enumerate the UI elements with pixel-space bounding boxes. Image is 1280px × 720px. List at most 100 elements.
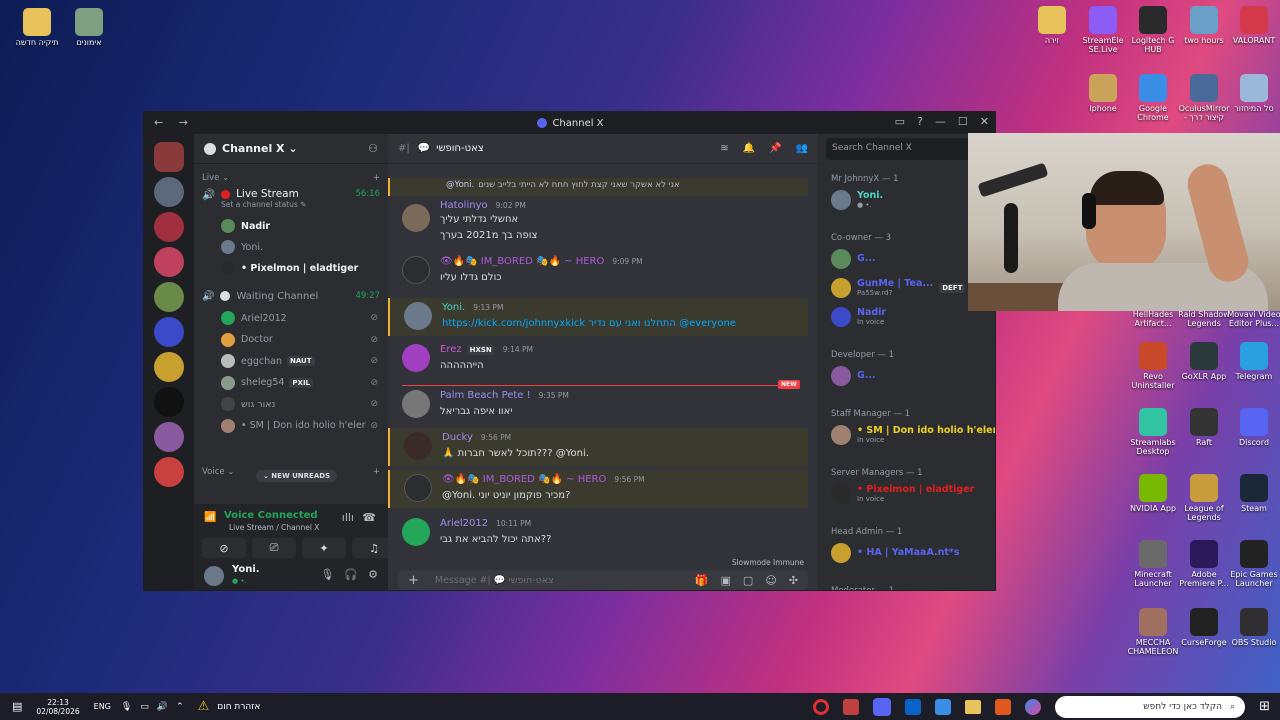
desktop-icon[interactable]: two hours [1177,6,1231,46]
server-icon[interactable] [154,142,184,172]
desktop-icon[interactable]: Revo Uninstaller [1126,342,1180,391]
avatar[interactable] [402,518,430,546]
mic-icon[interactable]: 🎙 [320,568,334,581]
message-author[interactable]: Yoni. [442,302,465,313]
desktop-icon[interactable]: Epic Games Launcher [1227,540,1280,589]
avatar[interactable] [404,302,432,330]
desktop-icon[interactable]: GoXLR App [1177,342,1231,382]
taskbar-search[interactable]: הקלד כאן כדי לחפש ⌕ [1055,695,1246,718]
file-explorer-icon[interactable] [965,699,982,714]
chat-message[interactable]: @Yoni. אני לא אשקר שאני קצת לחוץ חחח לא ה… [388,178,808,196]
message-author[interactable]: Ducky [442,432,473,443]
desktop-icon[interactable]: OculusMirror - קיצור דרך [1177,74,1231,123]
desktop-icon[interactable]: סל המיחזור [1227,74,1280,114]
server-icon[interactable] [154,387,184,417]
server-icon[interactable] [154,457,184,487]
chat-message[interactable]: 👁🔥🎭 IM_BORED 🎭🔥 ~ HERO 9:56 PM @Yoni. מכיר… [388,470,808,508]
copilot-icon[interactable] [1025,698,1042,715]
desktop-icon[interactable]: Iphone [1076,74,1130,114]
desktop-icon[interactable]: NVIDIA App [1126,474,1180,514]
username[interactable]: Yoni. [232,564,260,575]
chevron-up-icon[interactable]: ⌃ [176,702,184,712]
settings-gear-icon[interactable]: ⚙ [368,568,378,581]
message-author[interactable]: Erez [440,344,462,355]
server-icon[interactable] [154,352,184,382]
language-indicator[interactable]: ENG [94,702,111,711]
disconnect-icon[interactable]: ☎ [362,511,376,524]
reply-preview[interactable]: @Yoni. אני לא אשקר שאני קצת לחוץ חחח לא ה… [446,180,680,190]
desktop-icon[interactable]: Logitech G HUB [1126,6,1180,55]
server-icon[interactable] [154,177,184,207]
desktop-icon[interactable]: Streamlabs Desktop [1126,408,1180,457]
screen-share-button[interactable]: ⎚ [252,538,296,558]
member-item[interactable]: G... [831,366,876,386]
add-member-icon[interactable]: ⚇ [368,142,378,155]
camera-off-button[interactable]: ⊘ [202,538,246,558]
add-channel-icon[interactable]: + [373,173,380,183]
desktop-icon[interactable]: League of Legends [1177,474,1231,523]
voice-member[interactable]: Yoni. [194,237,388,257]
desktop-icon[interactable]: Minecraft Launcher [1126,540,1180,589]
apps-icon[interactable]: ✣ [789,574,798,587]
voice-connected-title[interactable]: Voice Connected [224,510,318,521]
headphones-icon[interactable]: 🎧 [344,568,358,581]
voice-member[interactable]: • Pixelmon | eladtiger [194,258,388,278]
message-author[interactable]: Hatolinyo [440,200,488,211]
weather-label[interactable]: אזהרת חום [217,702,260,712]
voice-member[interactable]: sheleg54 PXIL ⊘ [194,373,388,393]
help-icon[interactable]: ? [917,115,923,128]
channel-status[interactable]: Set a channel status ✎ [194,198,388,210]
gif-icon[interactable]: ▣ [721,574,731,587]
search-input[interactable]: Search Channel X [832,143,912,153]
member-item[interactable]: Nadir In voice [831,307,886,327]
clock[interactable]: 22:13 02/08/2026 [36,698,79,716]
avatar[interactable] [402,204,430,232]
voice-member[interactable]: נאור גוש ⊘ [194,394,388,414]
message-author[interactable]: Ariel2012 [440,518,488,529]
voice-member[interactable]: • SM | Don ido holio h'eler ⊘ [194,416,388,436]
member-item[interactable]: • HA | YaMaaA.nt*s [831,543,960,563]
close-button[interactable]: ✕ [980,115,989,128]
desktop-icon[interactable]: Telegram [1227,342,1280,382]
noise-suppression-icon[interactable]: ıllı [342,511,354,524]
desktop-icon[interactable]: Adobe Premiere P... [1177,540,1231,589]
notification-icon[interactable]: ▤ [12,700,22,713]
server-icon[interactable] [154,212,184,242]
voice-member[interactable]: Ariel2012 ⊘ [194,308,388,328]
desktop-icon[interactable]: Steam [1227,474,1280,514]
emoji-icon[interactable]: ☺ [765,574,776,587]
server-icon[interactable] [154,282,184,312]
voice-channel-waiting[interactable]: 🔊 Waiting Channel 49:27 [194,286,388,306]
maximize-button[interactable]: ☐ [958,115,968,128]
desktop-icon[interactable]: StreamEle SE.Live [1076,6,1130,55]
voice-member[interactable]: Doctor ⊘ [194,330,388,350]
gift-icon[interactable]: 🎁 [695,574,709,587]
chat-message[interactable]: Hatolinyo 9:02 PM אחשלי גדלתי עליך צופה בך … [388,198,808,250]
store-icon[interactable] [935,698,952,715]
inbox-icon[interactable]: ▭ [895,115,905,128]
desktop-icon[interactable]: MECCHA CHAMELEON [1126,608,1180,657]
desktop-icon[interactable]: Discord [1227,408,1280,448]
voice-member[interactable]: Nadir [194,216,388,236]
add-channel-icon[interactable]: + [373,467,380,477]
members-toggle-icon[interactable]: 👥 [796,143,808,154]
nav-arrows[interactable]: ← → [154,116,194,129]
member-item[interactable]: • Pixelmon | eladtiger In voice [831,484,974,504]
outlook-icon[interactable] [905,698,922,715]
threads-icon[interactable]: ≋ [720,143,728,154]
minimize-button[interactable]: — [935,115,946,128]
server-icon[interactable] [154,247,184,277]
voice-connected-sub[interactable]: Live Stream / Channel X [229,523,319,532]
chat-message[interactable]: Palm Beach Pete ! 9:35 PM יאוו איפה גבריאל [388,386,808,424]
chat-message[interactable]: 👁🔥🎭 IM_BORED 🎭🔥 ~ HERO 9:09 PM כולם גדלו ע… [388,252,808,290]
message-author[interactable]: Palm Beach Pete ! [440,390,531,401]
desktop-icon[interactable]: CurseForge [1177,608,1231,648]
message-author[interactable]: 👁🔥🎭 IM_BORED 🎭🔥 ~ HERO [442,474,606,485]
chat-message[interactable]: Ducky 9:56 PM 🙏 תוכל לאשר חברות??? @Yoni. [388,428,808,466]
avatar[interactable] [404,432,432,460]
server-header[interactable]: Channel X ⌄ ⚇ [194,134,388,164]
desktop-icon[interactable]: זירה [1025,6,1079,46]
avatar[interactable] [402,390,430,418]
avatar[interactable] [404,474,432,502]
desktop-icon[interactable]: אימונים [62,8,116,48]
